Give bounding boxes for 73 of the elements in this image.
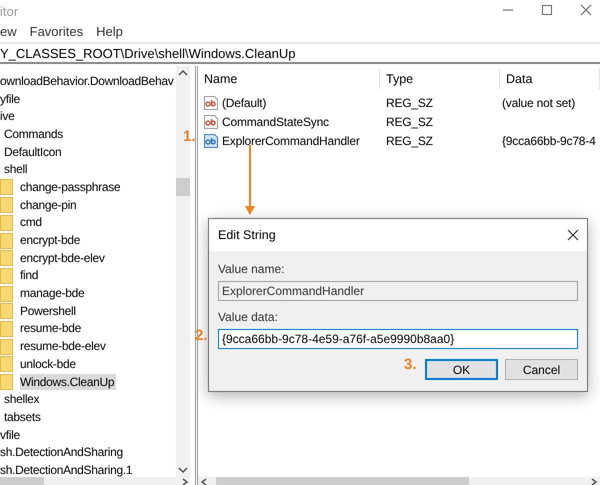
tree-item[interactable]: manage-bde	[20, 285, 86, 302]
scroll-left-icon	[201, 478, 207, 485]
column-header[interactable]: Name	[198, 68, 380, 90]
value-name[interactable]: CommandStateSync	[222, 114, 329, 128]
tree-item[interactable]: resume-bde-elev	[20, 338, 108, 354]
tree-item[interactable]: cmd	[20, 214, 44, 230]
value-name[interactable]: ExplorerCommandHandler	[222, 134, 360, 148]
tree-item[interactable]: yfile	[0, 90, 22, 107]
step-number: 3.	[404, 356, 417, 373]
scrollbar-thumb[interactable]	[216, 477, 469, 485]
step-number: 2.	[195, 327, 208, 344]
tree-item[interactable]: Windows.CleanUp	[20, 374, 116, 390]
folder-icon	[0, 284, 13, 302]
scroll-down-icon	[178, 467, 188, 473]
tree-item[interactable]: find	[20, 267, 40, 284]
cancel-button[interactable]: Cancel	[505, 359, 578, 380]
scroll-right-icon	[182, 478, 188, 485]
folder-icon	[0, 178, 13, 196]
address-bar[interactable]: Y_CLASSES_ROOT\Drive\shell\Windows.CleanUp	[0, 42, 600, 64]
horizontal-scrollbar[interactable]	[198, 477, 600, 485]
value-data: (value not set)	[501, 96, 576, 110]
tree-item[interactable]: shell	[4, 161, 30, 178]
folder-icon	[0, 373, 13, 390]
window-title: itor	[0, 4, 18, 18]
folder-icon	[0, 266, 13, 284]
input-field[interactable]: {9cca66bb-9c78-4e59-a76f-a5e9990b8aa0}	[218, 329, 578, 349]
tree-item[interactable]: change-passphrase	[20, 178, 122, 195]
tree-item[interactable]: ownloadBehavior.DownloadBehav	[0, 72, 176, 89]
folder-icon	[0, 338, 13, 355]
maximize-icon[interactable]	[541, 4, 553, 16]
close-icon[interactable]	[567, 229, 579, 241]
dialog-title: Edit String	[218, 228, 276, 242]
tree-item[interactable]: DefaultIcon	[4, 144, 64, 160]
tree-item[interactable]: vfile	[0, 426, 22, 443]
folder-icon	[0, 355, 13, 372]
folder-icon	[0, 214, 13, 231]
tree-item[interactable]: unlock-bde	[20, 356, 78, 372]
tree-item[interactable]: sh.DetectionAndSharing.1	[0, 462, 134, 478]
menu-item[interactable]: ew	[0, 24, 17, 38]
tree-item[interactable]: tabsets	[4, 408, 43, 425]
tree-item[interactable]: ive	[0, 108, 16, 124]
folder-icon	[0, 302, 13, 320]
menu-item[interactable]: Help	[96, 24, 123, 38]
tree-item[interactable]: shellex	[4, 391, 42, 408]
tree-item[interactable]: change-pin	[20, 196, 78, 213]
menu-item[interactable]: Favorites	[30, 24, 84, 38]
scroll-up-icon	[178, 70, 188, 76]
field-label: Value data:	[218, 310, 279, 324]
ok-button[interactable]: OK	[425, 359, 498, 380]
tree-item[interactable]: sh.DetectionAndSharing	[0, 444, 125, 460]
tree-item[interactable]: Powershell	[20, 302, 78, 319]
field-label: Value name:	[218, 262, 286, 276]
value-name[interactable]: (Default)	[222, 96, 266, 110]
scroll-right-icon	[591, 478, 597, 485]
tree-item[interactable]: Commands	[4, 126, 65, 142]
tree-item[interactable]: resume-bde	[20, 320, 84, 336]
scrollbar-thumb[interactable]	[176, 178, 190, 196]
value-data: {9cca66bb-9c78-4	[501, 134, 597, 148]
address-path: Y_CLASSES_ROOT\Drive\shell\Windows.CleanUp	[0, 46, 296, 60]
column-header[interactable]: Data	[500, 68, 600, 90]
tree-item[interactable]: encrypt-bde	[20, 232, 82, 248]
value-type: REG_SZ	[385, 134, 434, 148]
step-number: 1.	[183, 128, 196, 145]
column-header[interactable]: Type	[380, 68, 500, 90]
folder-icon	[0, 196, 13, 214]
folder-icon	[0, 320, 13, 337]
folder-icon	[0, 232, 13, 249]
horizontal-scrollbar[interactable]	[0, 477, 190, 485]
folder-icon	[0, 249, 13, 266]
tree-item[interactable]: encrypt-bde-elev	[20, 250, 107, 266]
scrollbar-thumb[interactable]	[0, 477, 44, 485]
value-type: REG_SZ	[385, 114, 434, 128]
value-type: REG_SZ	[385, 96, 434, 110]
